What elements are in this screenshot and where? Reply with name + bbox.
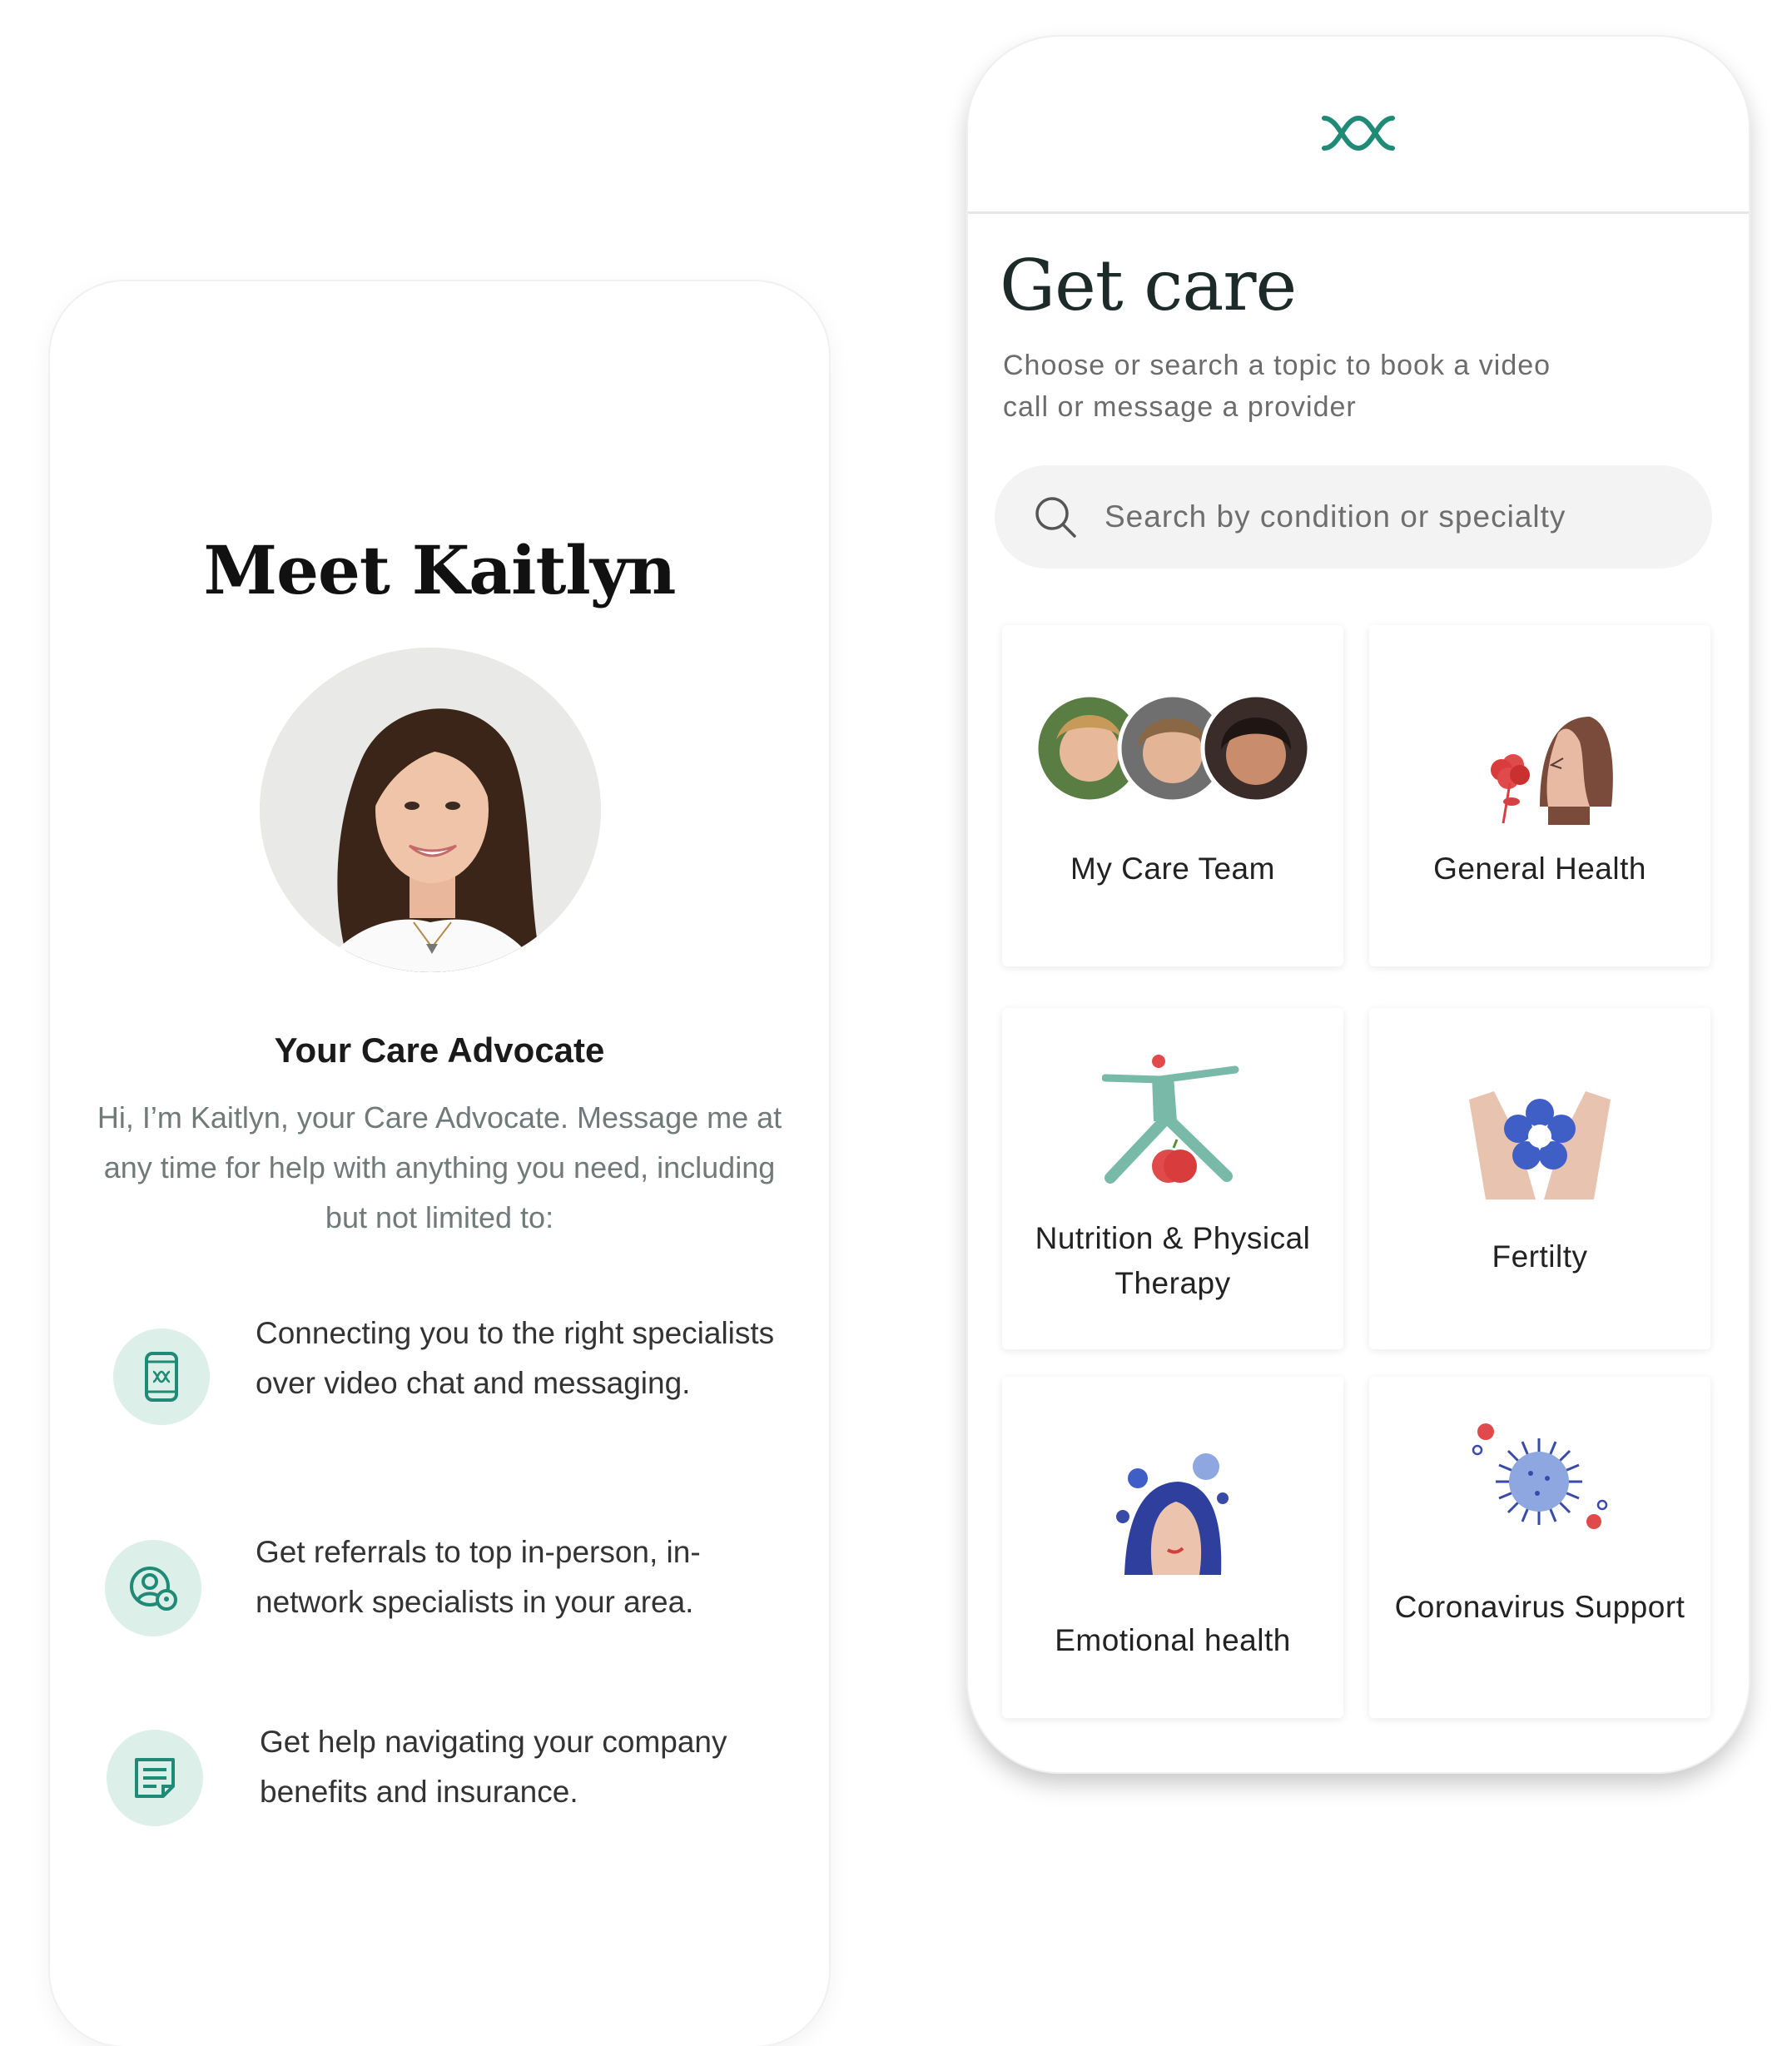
document-icon	[107, 1730, 203, 1826]
tile-label: Fertilty	[1492, 1239, 1588, 1274]
search-input[interactable]	[1103, 499, 1689, 535]
flower-face-illustration	[1369, 700, 1710, 825]
phone-chat-icon	[113, 1328, 210, 1425]
topic-tile-my-care-team[interactable]: My Care Team	[1002, 625, 1343, 966]
intro-text: Hi, I’m Kaitlyn, your Care Advocate. Mes…	[97, 1100, 782, 1234]
feature-text: Connecting you to the right specialists …	[256, 1316, 775, 1400]
feature-text: Get referrals to top in-person, in-netwo…	[256, 1535, 701, 1619]
tile-label: General Health	[1433, 852, 1646, 886]
page-title: Meet Kaitlyn	[203, 531, 677, 609]
tile-label: Coronavirus Support	[1394, 1590, 1685, 1624]
referral-location-icon	[105, 1540, 201, 1636]
feature-text: Get help navigating your company benefit…	[260, 1725, 727, 1809]
page-title: Get care	[1000, 245, 1297, 326]
role-title: Your Care Advocate	[274, 1030, 605, 1070]
avatar	[260, 648, 601, 972]
tile-label: Nutrition & Physical Therapy	[1035, 1221, 1311, 1300]
virus-illustration	[1369, 1418, 1710, 1543]
tile-label: Emotional health	[1055, 1623, 1291, 1657]
care-team-photos	[1002, 690, 1343, 807]
search-icon	[1035, 497, 1076, 538]
topic-tile-fertility[interactable]: Fertilty	[1369, 1008, 1710, 1349]
topic-tile-general-health[interactable]: General Health	[1369, 625, 1710, 966]
care-advocate-card: Meet Kaitlyn Your Care Advocate Hi, I’m …	[50, 281, 829, 2046]
emotional-face-illustration	[1002, 1450, 1343, 1583]
topic-tile-emotional-health[interactable]: Emotional health	[1002, 1377, 1343, 1718]
search-bar[interactable]	[995, 465, 1712, 569]
tile-label: My Care Team	[1070, 852, 1275, 886]
hands-flower-illustration	[1369, 1075, 1710, 1199]
topic-tile-coronavirus-support[interactable]: Coronavirus Support	[1369, 1377, 1710, 1718]
page-subtitle: Choose or search a topic to book a video…	[1003, 350, 1551, 423]
brand-logo-icon[interactable]	[1321, 110, 1396, 161]
yoga-apple-illustration	[1002, 1055, 1343, 1188]
app-header	[968, 37, 1749, 214]
get-care-card: Get care Choose or search a topic to boo…	[968, 37, 1749, 1772]
topic-tile-nutrition-physical-therapy[interactable]: Nutrition & Physical Therapy	[1002, 1008, 1343, 1349]
